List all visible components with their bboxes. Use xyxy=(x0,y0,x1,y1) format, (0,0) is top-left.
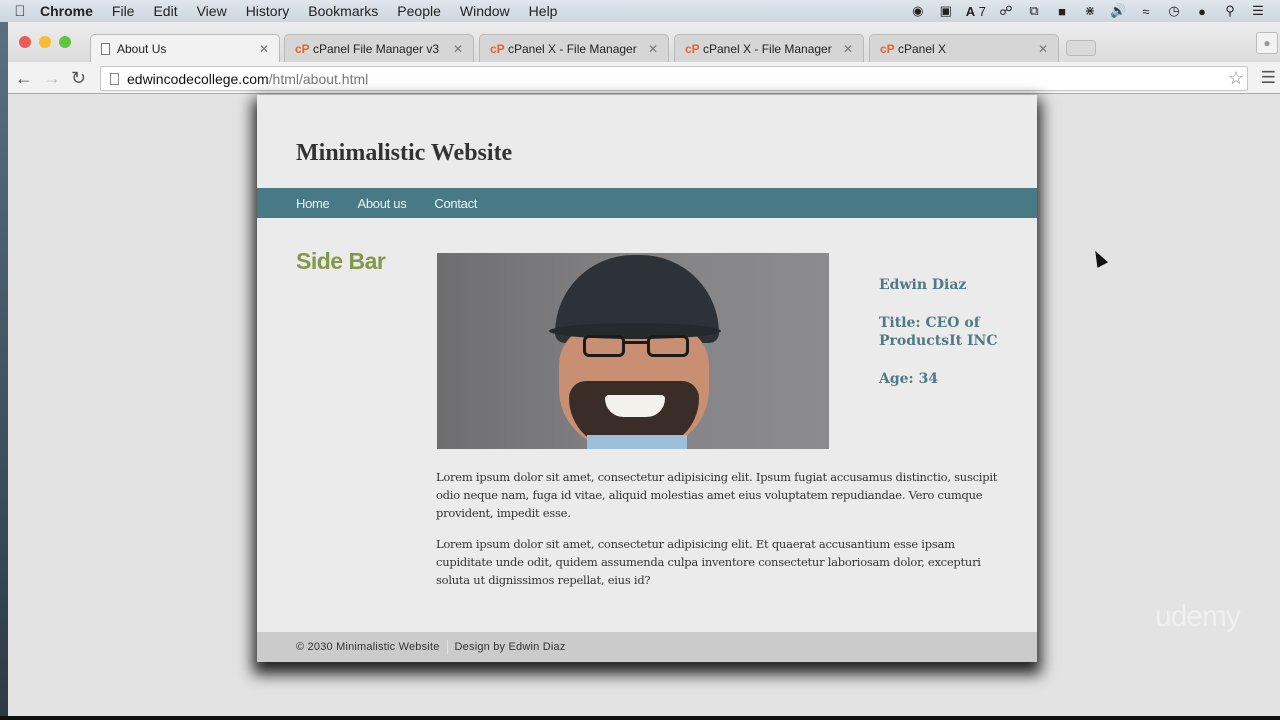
window-minimize-button[interactable] xyxy=(39,36,51,48)
udemy-watermark: udemy xyxy=(1155,600,1241,633)
apple-menu-icon[interactable]:  xyxy=(0,3,40,20)
menu-bookmarks[interactable]: Bookmarks xyxy=(308,3,378,19)
tab-cpanel-x[interactable]: cP cPanel X ✕ xyxy=(869,34,1059,62)
main-content: Lorem ipsum dolor sit amet, consectetur … xyxy=(436,468,1006,602)
photo-smile xyxy=(605,395,665,417)
window-switch-icon[interactable]: ⧉ xyxy=(1026,3,1042,19)
tab-cpanel-x-file-manager-2[interactable]: cP cPanel X - File Manager ✕ xyxy=(674,34,864,62)
menu-app-chrome[interactable]: Chrome xyxy=(40,3,93,19)
photo-glasses-left xyxy=(583,335,625,357)
record-icon[interactable]: ◉ xyxy=(910,3,926,19)
creative-cloud-icon[interactable]: ☍ xyxy=(998,3,1014,19)
adobe-badge: 7 xyxy=(978,3,986,19)
cpanel-icon: cP xyxy=(880,41,895,56)
notification-list-icon[interactable]: ☰ xyxy=(1250,3,1266,19)
profile-title: Title: CEO of ProductsIt INC xyxy=(879,315,998,349)
tab-close-icon[interactable]: ✕ xyxy=(843,42,853,56)
clock-icon[interactable]: ◷ xyxy=(1166,3,1182,19)
cpanel-icon: cP xyxy=(685,41,700,56)
page-icon xyxy=(110,72,119,85)
page-icon xyxy=(101,42,110,55)
tab-cpanel-file-manager-v3[interactable]: cP cPanel File Manager v3 ✕ xyxy=(284,34,474,62)
page-viewport: Minimalistic Website Home About us Conta… xyxy=(8,95,1280,716)
nav-contact-link[interactable]: Contact xyxy=(434,196,477,211)
url-host: edwincodecollege.com xyxy=(127,70,269,87)
tab-close-icon[interactable]: ✕ xyxy=(1038,42,1048,56)
menu-history[interactable]: History xyxy=(246,3,290,19)
tab-title: cPanel X xyxy=(898,41,947,56)
window-maximize-button[interactable] xyxy=(59,36,71,48)
back-arrow-icon[interactable]: ← xyxy=(15,68,33,88)
lock-icon[interactable]: ■ xyxy=(1054,4,1070,19)
menu-window[interactable]: Window xyxy=(460,3,510,19)
url-path: /html/about.html xyxy=(268,70,369,87)
tab-close-icon[interactable]: ✕ xyxy=(259,42,269,56)
forward-arrow-icon[interactable]: → xyxy=(43,68,61,88)
cpanel-icon: cP xyxy=(490,41,505,56)
profile-name: Edwin Diaz xyxy=(879,277,967,293)
person-icon: ● xyxy=(1263,36,1271,50)
adobe-icon[interactable]: A 7 xyxy=(966,4,986,19)
site-title: Minimalistic Website xyxy=(296,140,513,166)
menu-help[interactable]: Help xyxy=(529,3,558,19)
tab-about-us[interactable]: About Us ✕ xyxy=(90,34,280,62)
address-bar[interactable]: edwincodecollege.com/html/about.html ☆ xyxy=(100,66,1248,91)
footer-credit: Design by Edwin Diaz xyxy=(454,641,566,653)
site-footer: © 2030 Minimalistic Website Design by Ed… xyxy=(257,632,1037,662)
content-paragraph: Lorem ipsum dolor sit amet, consectetur … xyxy=(436,470,998,520)
user-icon[interactable]: ● xyxy=(1194,4,1210,19)
photo-glasses-right xyxy=(647,335,689,357)
photo-shirt xyxy=(587,435,687,449)
spotlight-search-icon[interactable]: ⚲ xyxy=(1222,3,1238,19)
profile-photo xyxy=(437,253,829,449)
menu-edit[interactable]: Edit xyxy=(153,3,177,19)
browser-window: About Us ✕ cP cPanel File Manager v3 ✕ c… xyxy=(8,22,1280,716)
tab-title: cPanel X - File Manager xyxy=(703,41,832,56)
tab-close-icon[interactable]: ✕ xyxy=(648,42,658,56)
window-close-button[interactable] xyxy=(19,36,31,48)
content-paragraph: Lorem ipsum dolor sit amet, consectetur … xyxy=(436,537,981,587)
menu-view[interactable]: View xyxy=(197,3,227,19)
footer-copyright: © 2030 Minimalistic Website xyxy=(296,641,440,653)
reload-icon[interactable]: ↻ xyxy=(71,68,86,88)
chrome-menu-icon[interactable]: ☰ xyxy=(1261,68,1276,88)
bluetooth-icon[interactable]: ⋇ xyxy=(1082,3,1098,19)
menu-people[interactable]: People xyxy=(397,3,441,19)
menu-file[interactable]: File xyxy=(112,3,135,19)
browser-toolbar: ← → ↻ edwincodecollege.com/html/about.ht… xyxy=(8,62,1280,94)
nav-home-link[interactable]: Home xyxy=(296,196,330,211)
nav-about-link[interactable]: About us xyxy=(357,196,406,211)
desktop-background xyxy=(0,22,8,720)
profile-info: Edwin Diaz Title: CEO of ProductsIt INC … xyxy=(879,276,999,408)
wifi-icon[interactable]: ≈ xyxy=(1138,4,1154,19)
new-tab-button[interactable] xyxy=(1066,40,1096,56)
volume-icon[interactable]: 🔊 xyxy=(1110,3,1126,19)
tab-strip: About Us ✕ cP cPanel File Manager v3 ✕ c… xyxy=(8,22,1280,62)
tab-cpanel-x-file-manager[interactable]: cP cPanel X - File Manager ✕ xyxy=(479,34,669,62)
robot-icon[interactable]: ▣ xyxy=(938,3,954,19)
tab-title: cPanel File Manager v3 xyxy=(313,41,440,56)
profile-age: Age: 34 xyxy=(879,371,939,387)
sidebar-title: Side Bar xyxy=(296,248,386,274)
website-container: Minimalistic Website Home About us Conta… xyxy=(257,95,1037,662)
footer-divider xyxy=(446,640,448,654)
photo-glasses-bridge xyxy=(625,341,647,344)
tab-title: About Us xyxy=(117,41,167,56)
cpanel-icon: cP xyxy=(295,41,310,56)
screen-bottom-edge xyxy=(0,716,1280,720)
tab-title: cPanel X - File Manager xyxy=(508,41,637,56)
tab-close-icon[interactable]: ✕ xyxy=(453,42,463,56)
photo-cap-brim xyxy=(549,323,721,339)
macos-menu-bar:  Chrome File Edit View History Bookmark… xyxy=(0,0,1280,22)
site-nav: Home About us Contact xyxy=(257,188,1037,218)
profile-button[interactable]: ● xyxy=(1256,32,1278,54)
bookmark-star-icon[interactable]: ☆ xyxy=(1228,68,1244,89)
